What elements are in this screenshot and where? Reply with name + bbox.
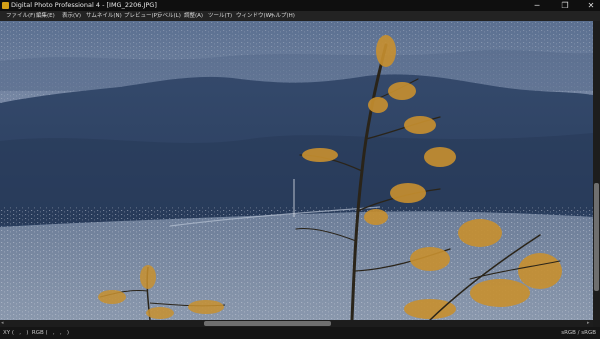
scroll-left-arrow[interactable]: ◂ xyxy=(1,320,4,327)
title-bar: Digital Photo Professional 4 - [IMG_2206… xyxy=(0,0,600,11)
restore-button[interactable]: ❐ xyxy=(556,0,574,11)
app-icon xyxy=(2,2,9,9)
close-button[interactable]: ✕ xyxy=(582,0,600,11)
menu-view[interactable]: 表示(V) xyxy=(62,11,81,21)
menu-file[interactable]: ファイル(F) xyxy=(6,11,35,21)
cursor-readout: XY ( , ) RGB ( , , ) xyxy=(3,330,70,336)
color-space: sRGB / sRGB xyxy=(561,330,596,336)
window-title: Digital Photo Professional 4 - [IMG_2206… xyxy=(11,1,157,9)
menu-tools[interactable]: ツール(T) xyxy=(208,11,232,21)
horizontal-scroll-thumb[interactable] xyxy=(204,321,331,326)
scroll-right-arrow[interactable]: ▸ xyxy=(587,320,590,327)
menu-thumbnail[interactable]: サムネイル(N) xyxy=(86,11,122,21)
status-bar: XY ( , ) RGB ( , , ) sRGB / sRGB xyxy=(0,327,600,339)
image-preview[interactable] xyxy=(0,21,593,320)
menu-help[interactable]: ヘルプ(H) xyxy=(270,11,295,21)
vertical-scroll-thumb[interactable] xyxy=(594,183,599,291)
minimize-button[interactable]: ─ xyxy=(528,0,546,11)
menu-label[interactable]: ラベル(L) xyxy=(157,11,181,21)
menu-preview[interactable]: プレビュー(P) xyxy=(124,11,159,21)
menu-window[interactable]: ウィンドウ(W) xyxy=(236,11,273,21)
menu-edit[interactable]: 編集(E) xyxy=(36,11,55,21)
horizontal-scrollbar[interactable]: ◂ ▸ xyxy=(0,320,593,327)
photo xyxy=(0,21,593,320)
menu-bar: ファイル(F) 編集(E) 表示(V) サムネイル(N) プレビュー(P) ラベ… xyxy=(0,11,600,21)
menu-adjust[interactable]: 調整(A) xyxy=(184,11,203,21)
vertical-scrollbar[interactable] xyxy=(593,21,600,320)
